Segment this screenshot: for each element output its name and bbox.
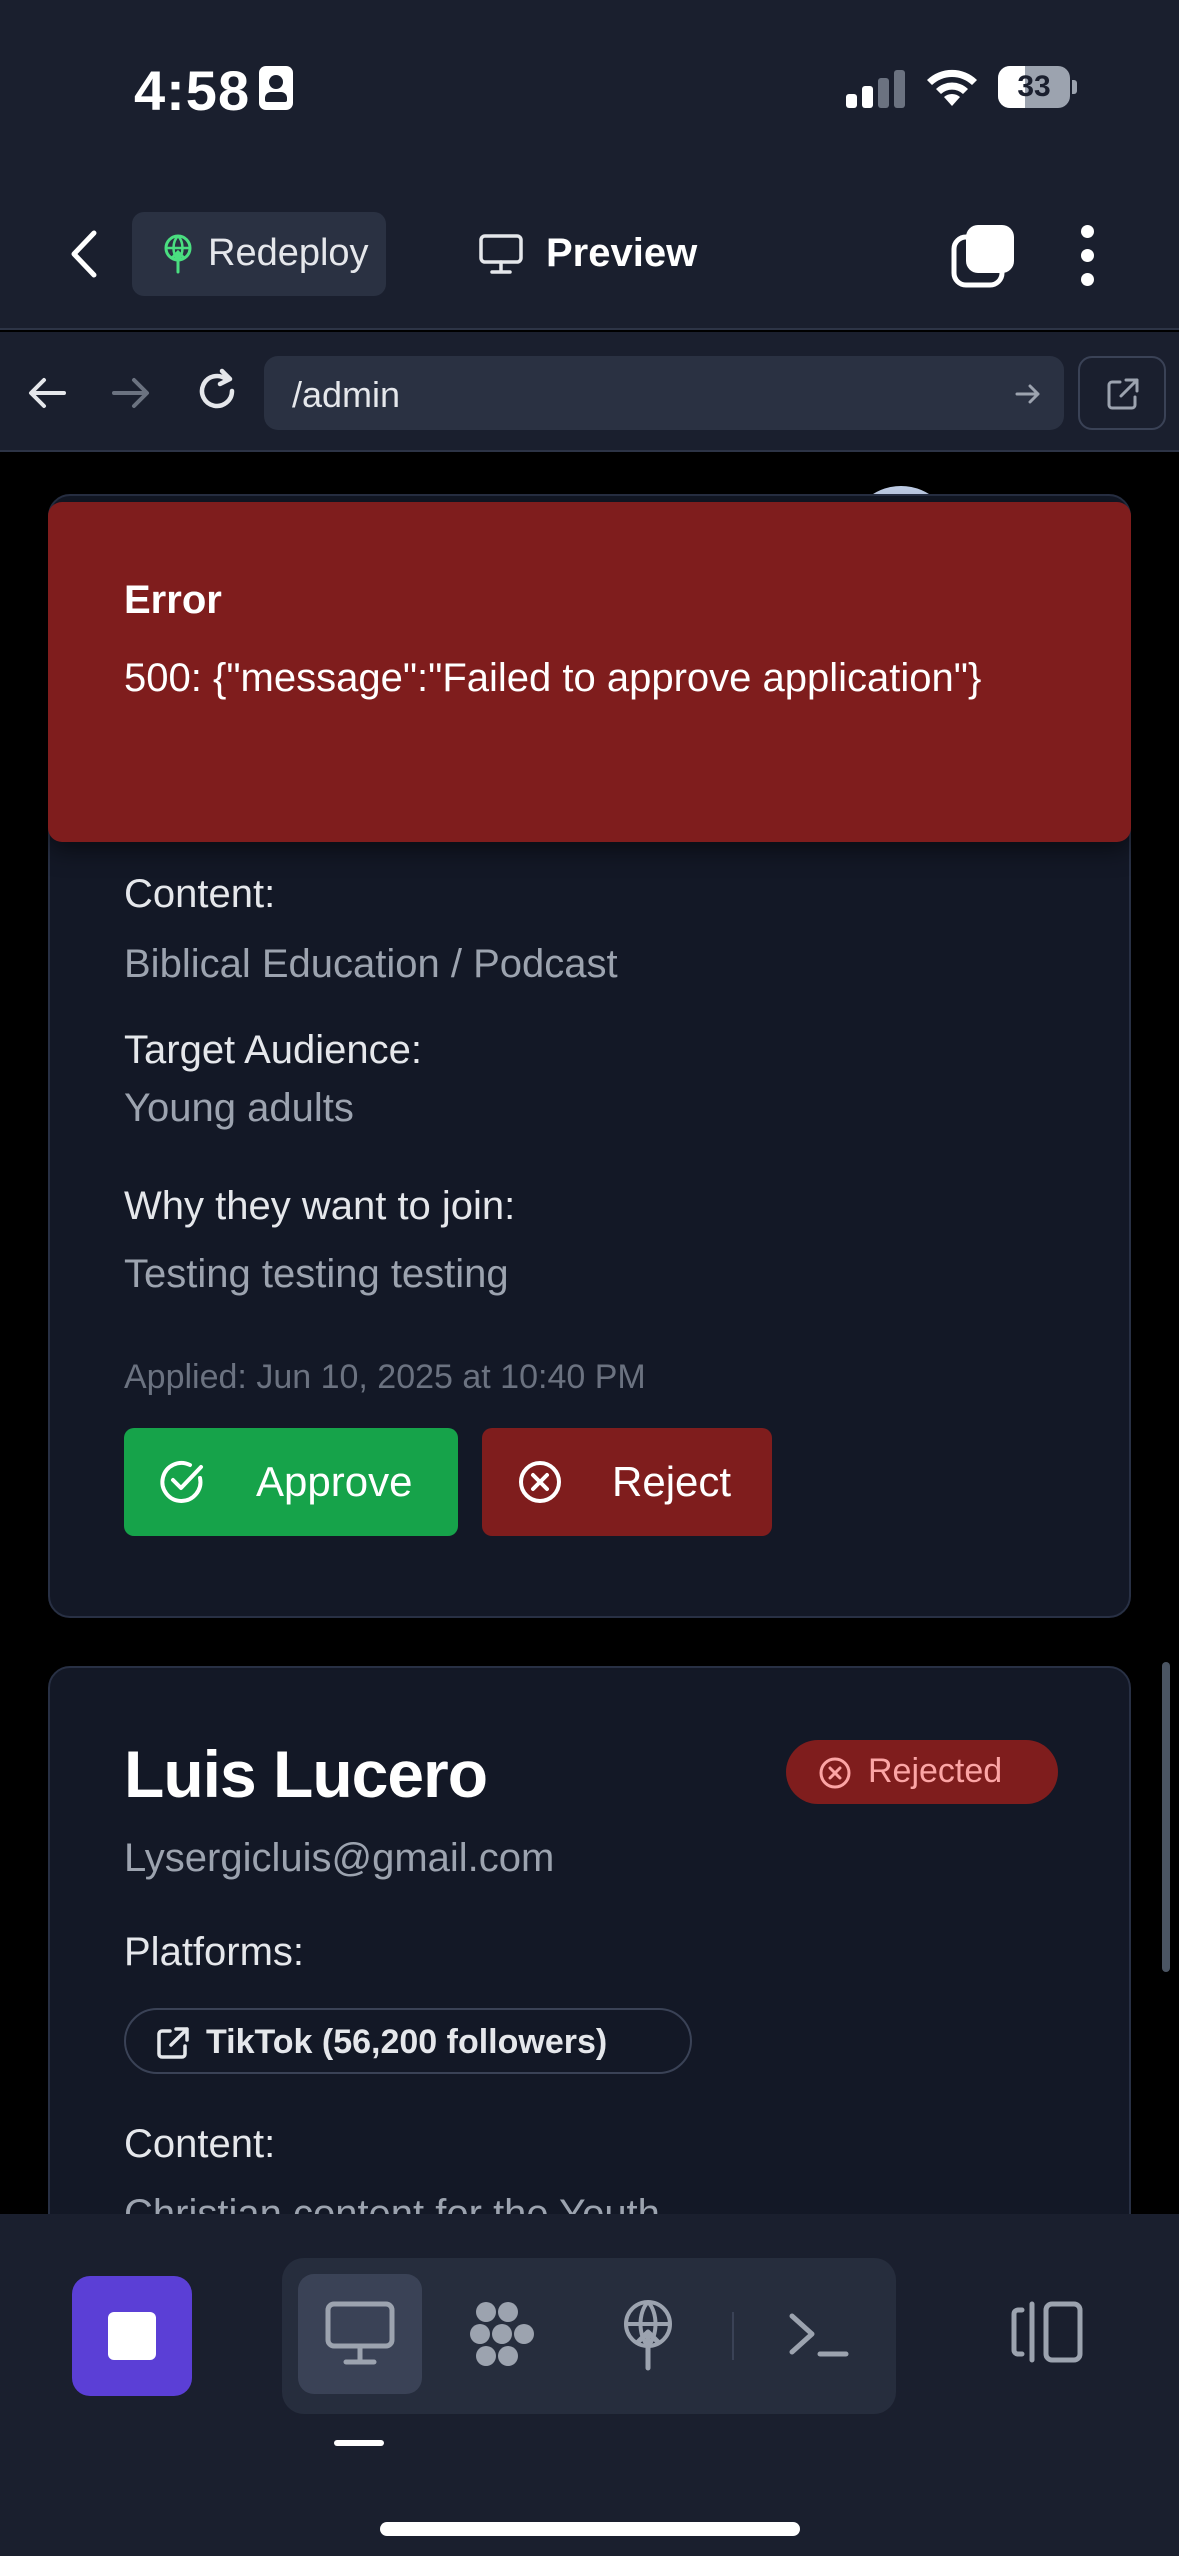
- preview-label: Preview: [546, 231, 698, 275]
- contact-card-icon: [259, 66, 293, 110]
- separator: [732, 2312, 734, 2360]
- status-label: Rejected: [868, 1752, 1003, 1790]
- error-toast[interactable]: Error 500: {"message":"Failed to approve…: [48, 502, 1131, 842]
- audience-label: Target Audience:: [124, 1028, 422, 1072]
- external-link-icon: [1107, 378, 1139, 410]
- external-link-icon: [157, 2027, 189, 2059]
- applied-date: Applied: Jun 10, 2025 at 10:40 PM: [124, 1358, 646, 1396]
- terminal-view-button[interactable]: [756, 2274, 880, 2394]
- url-bar: /admin: [0, 332, 1179, 452]
- wifi-icon: [927, 69, 977, 106]
- url-input[interactable]: /admin: [264, 356, 1064, 430]
- x-circle-icon: [819, 1757, 851, 1789]
- why-join-label: Why they want to join:: [124, 1184, 516, 1228]
- error-message: 500: {"message":"Failed to approve appli…: [124, 656, 982, 700]
- agent-view-button[interactable]: [442, 2274, 566, 2394]
- browser-forward-icon[interactable]: [108, 370, 154, 416]
- status-time: 4:58: [134, 59, 251, 122]
- content-value: Biblical Education / Podcast: [124, 942, 618, 986]
- agent-icon: [470, 2302, 534, 2366]
- active-tab-indicator: [334, 2440, 384, 2446]
- redeploy-button[interactable]: Redeploy: [132, 212, 386, 296]
- approve-button[interactable]: Approve: [124, 1428, 458, 1536]
- reject-button[interactable]: Reject: [482, 1428, 772, 1536]
- view-switcher: [282, 2258, 896, 2414]
- status-bar: 4:58 33: [0, 0, 1179, 175]
- split-panel-icon[interactable]: [1010, 2300, 1084, 2364]
- url-text: /admin: [292, 374, 401, 415]
- platform-label: TikTok (56,200 followers): [206, 2023, 608, 2061]
- redeploy-label: Redeploy: [208, 232, 369, 274]
- why-join-value: Testing testing testing: [124, 1252, 509, 1296]
- error-title: Error: [124, 578, 222, 622]
- check-circle-icon: [160, 1461, 203, 1503]
- terminal-icon: [789, 2313, 849, 2357]
- battery-level: 33: [1017, 70, 1051, 103]
- bottom-toolbar: [0, 2214, 1179, 2556]
- stop-icon: [108, 2312, 156, 2360]
- reject-label: Reject: [612, 1458, 732, 1505]
- content-label: Content:: [124, 2122, 276, 2166]
- tabs-icon[interactable]: [950, 223, 1016, 289]
- scrollbar[interactable]: [1162, 1662, 1170, 1972]
- back-chevron-icon[interactable]: [60, 227, 110, 281]
- content-label: Content:: [124, 872, 276, 916]
- x-circle-icon: [519, 1461, 561, 1503]
- audience-value: Young adults: [124, 1086, 354, 1130]
- monitor-icon: [479, 234, 523, 274]
- more-options-icon[interactable]: [1068, 223, 1108, 287]
- go-arrow-icon[interactable]: [1014, 380, 1042, 408]
- content-value: Christian content for the Youth: [124, 2192, 660, 2214]
- desktop-icon: [325, 2301, 395, 2365]
- applicant-name: Luis Lucero: [124, 1737, 488, 1811]
- application-card: Luis Lucero Rejected Lysergicluis@gmail.…: [48, 1666, 1131, 2214]
- stop-button[interactable]: [72, 2276, 192, 2396]
- open-external-button[interactable]: [1078, 356, 1166, 430]
- browser-back-icon[interactable]: [24, 370, 70, 416]
- reload-icon[interactable]: [192, 366, 242, 416]
- status-badge: Rejected: [786, 1740, 1058, 1804]
- deploy-icon: [624, 2300, 672, 2371]
- deploy-icon: [164, 234, 192, 274]
- deploy-view-button[interactable]: [586, 2274, 710, 2394]
- app-bar: Redeploy Preview: [0, 175, 1179, 330]
- cellular-signal-icon: [846, 70, 906, 108]
- platforms-label: Platforms:: [124, 1930, 305, 1974]
- battery-icon: 33: [998, 66, 1077, 108]
- approve-label: Approve: [256, 1458, 413, 1505]
- platform-link[interactable]: TikTok (56,200 followers): [124, 2008, 692, 2074]
- home-indicator[interactable]: [380, 2522, 800, 2536]
- applicant-email: Lysergicluis@gmail.com: [124, 1836, 555, 1880]
- desktop-view-button[interactable]: [298, 2274, 422, 2394]
